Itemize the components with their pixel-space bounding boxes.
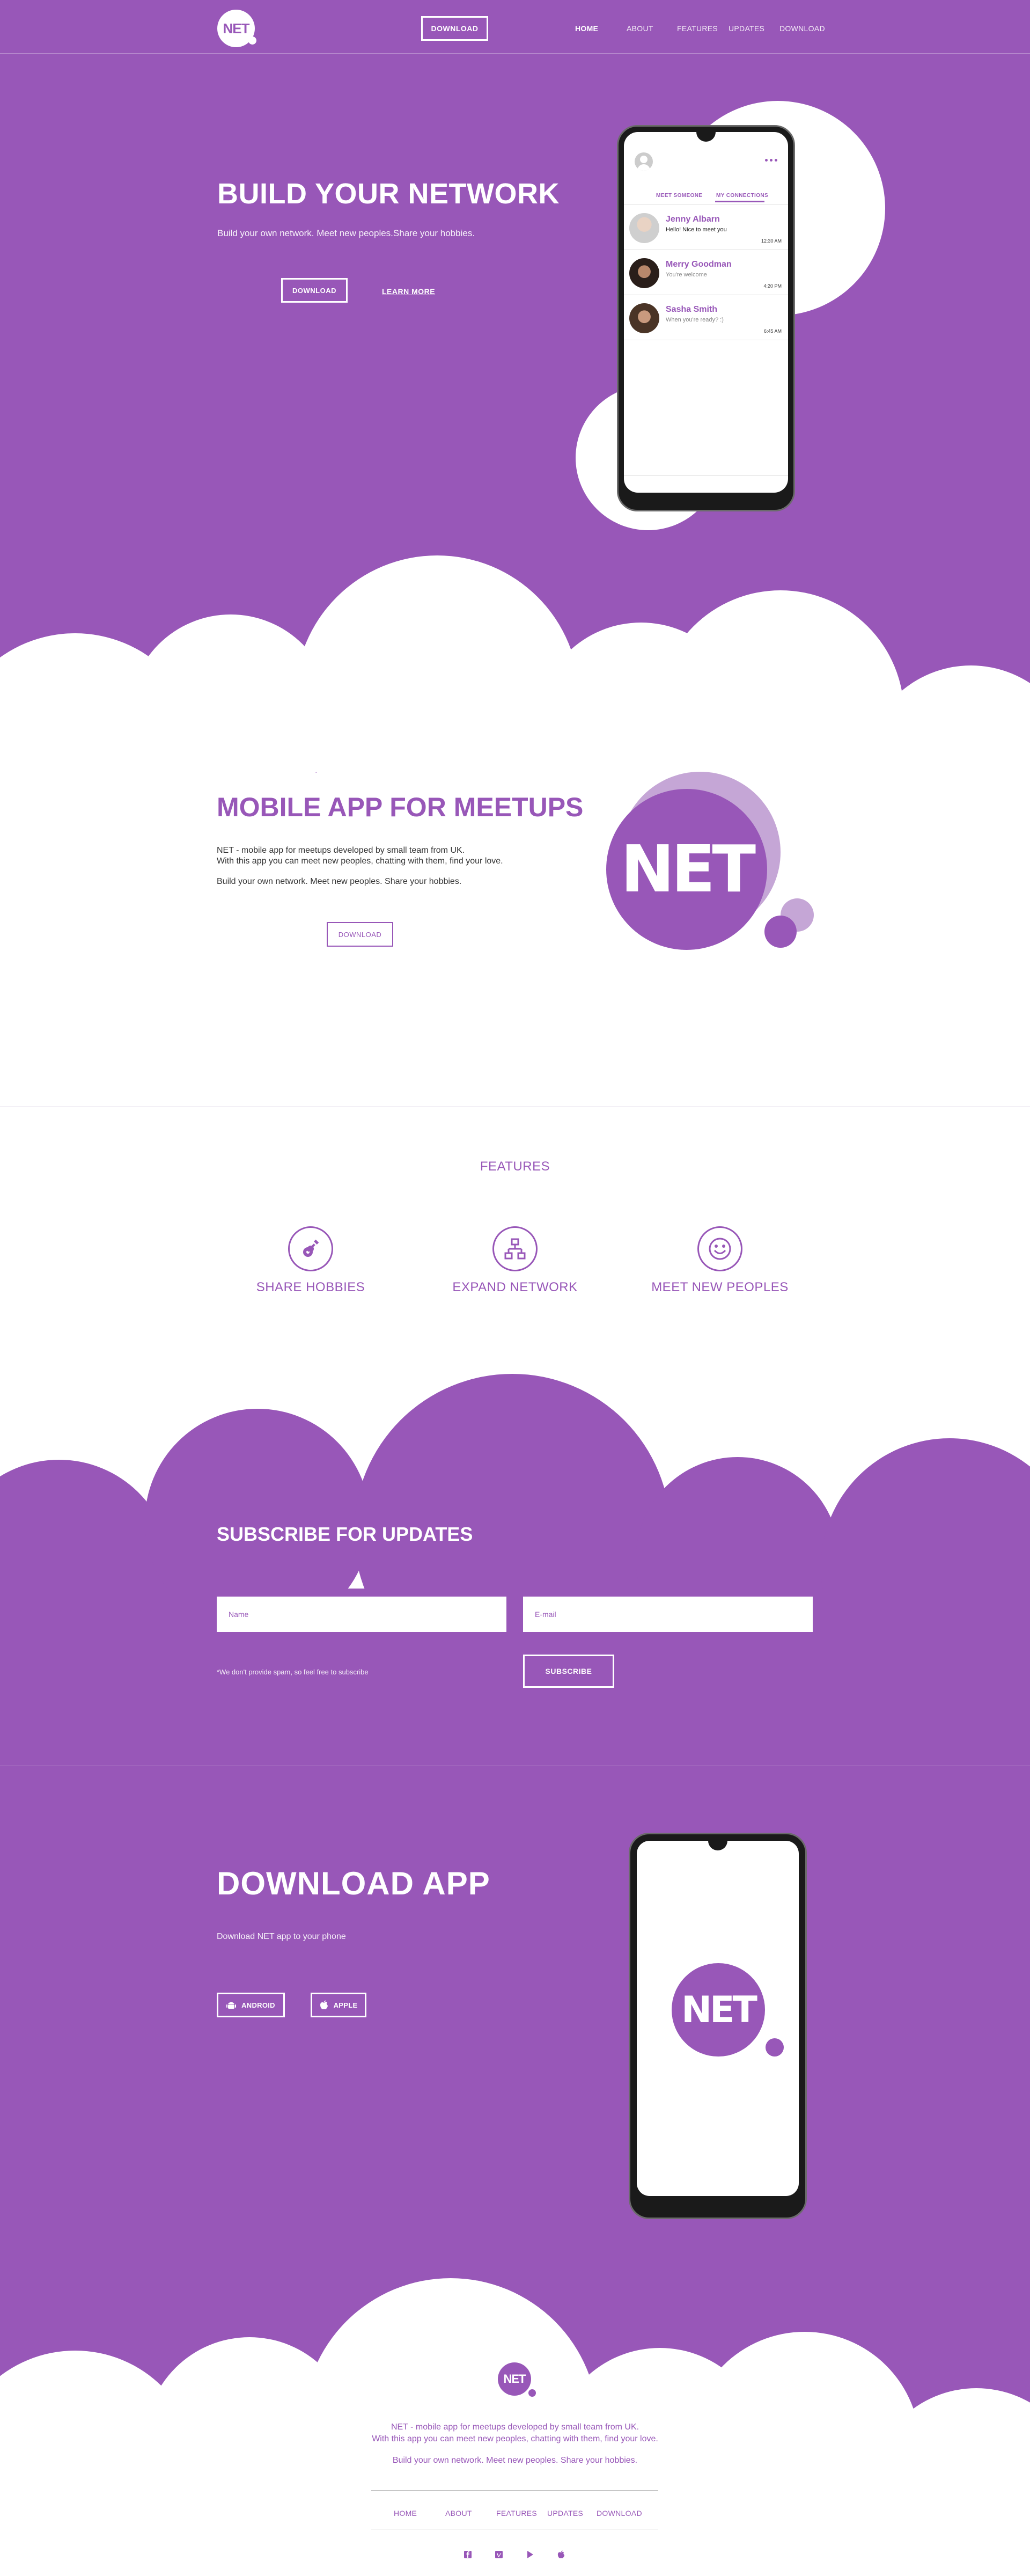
- feature-label: MEET NEW PEOPLES: [651, 1280, 789, 1294]
- nav-download[interactable]: DOWNLOAD: [779, 24, 825, 33]
- smile-icon: [697, 1226, 742, 1271]
- hero-title: BUILD YOUR NETWORK: [217, 178, 560, 210]
- play-icon[interactable]: [525, 2549, 535, 2560]
- more-options-icon[interactable]: [765, 159, 777, 162]
- learn-more-link[interactable]: LEARN MORE: [382, 287, 435, 296]
- active-tab-underline: [715, 201, 764, 202]
- footer-line-3: Build your own network. Meet new peoples…: [392, 2456, 638, 2465]
- feature-label: SHARE HOBBIES: [256, 1280, 365, 1294]
- chat-name: Sasha Smith: [666, 305, 718, 314]
- chat-item[interactable]: Sasha Smith When you're ready? :) 6:45 A…: [624, 295, 788, 340]
- footer-nav-updates[interactable]: UPDATES: [547, 2509, 583, 2518]
- facebook-icon[interactable]: [462, 2549, 473, 2560]
- chat-time: 12:30 AM: [761, 238, 782, 244]
- phone-notch: [708, 1841, 727, 1850]
- about-download-button[interactable]: DOWNLOAD: [327, 922, 393, 947]
- android-button[interactable]: ANDROID: [217, 1993, 285, 2017]
- footer-nav-home[interactable]: HOME: [394, 2509, 417, 2518]
- about-logo-text: NET: [620, 832, 756, 907]
- chat-time: 6:45 AM: [763, 328, 782, 334]
- nav-updates[interactable]: UPDATES: [729, 24, 764, 33]
- chat-name: Jenny Albarn: [666, 215, 720, 224]
- chat-name: Merry Goodman: [666, 260, 732, 269]
- name-input[interactable]: [217, 1597, 506, 1632]
- hero-subtitle: Build your own network. Meet new peoples…: [217, 228, 475, 238]
- tab-my-connections[interactable]: MY CONNECTIONS: [716, 193, 768, 199]
- apple-label: APPLE: [333, 2001, 358, 2009]
- avatar: [629, 303, 659, 333]
- tab-meet-someone[interactable]: MEET SOMEONE: [656, 193, 702, 199]
- about-line-2: With this app you can meet new peoples, …: [217, 857, 503, 866]
- footer-line-2: With this app you can meet new peoples, …: [372, 2434, 658, 2443]
- footer-logo-dot: [528, 2389, 536, 2397]
- spam-note: *We don't provide spam, so feel free to …: [217, 1668, 369, 1676]
- header-download-button[interactable]: DOWNLOAD: [421, 16, 488, 41]
- phone-notch: [696, 132, 716, 142]
- avatar: [629, 213, 659, 243]
- profile-avatar-icon[interactable]: [635, 152, 653, 171]
- site-header: NET DOWNLOAD HOME ABOUT FEATURES UPDATES…: [0, 0, 1030, 54]
- about-dot: [764, 916, 797, 948]
- vimeo-icon[interactable]: [494, 2549, 504, 2560]
- android-label: ANDROID: [241, 2001, 275, 2009]
- chat-message: You're welcome: [666, 272, 707, 278]
- phone-screen: MEET SOMEONE MY CONNECTIONS Jenny Albarn…: [624, 132, 788, 493]
- nav-home[interactable]: HOME: [575, 24, 598, 33]
- footer-nav-about[interactable]: ABOUT: [445, 2509, 472, 2518]
- footer-nav-download[interactable]: DOWNLOAD: [597, 2509, 642, 2518]
- phone-logo-text: NET: [681, 1988, 757, 2031]
- email-input[interactable]: [523, 1597, 813, 1632]
- about-text: NET - mobile app for meetups developed b…: [217, 845, 503, 887]
- chat-time: 4:20 PM: [763, 283, 782, 289]
- feature-share-hobbies: SHARE HOBBIES: [219, 1226, 402, 1295]
- feature-meet-new-peoples: MEET NEW PEOPLES: [629, 1226, 811, 1295]
- footer-text: NET - mobile app for meetups developed b…: [0, 2421, 1030, 2467]
- network-icon: [492, 1226, 538, 1271]
- chat-item[interactable]: Merry Goodman You're welcome 4:20 PM: [624, 250, 788, 295]
- footer-divider-top: [371, 2490, 658, 2491]
- apple-icon[interactable]: [556, 2549, 566, 2560]
- download-subtitle: Download NET app to your phone: [217, 1932, 346, 1941]
- nav-about[interactable]: ABOUT: [627, 24, 653, 33]
- apple-button[interactable]: APPLE: [311, 1993, 366, 2017]
- apple-icon: [320, 2000, 328, 2009]
- chat-message: Hello! Nice to meet you: [666, 226, 727, 233]
- logo-dot: [248, 36, 256, 45]
- features-title: FEATURES: [480, 1159, 550, 1174]
- chat-message: When you're ready? :): [666, 317, 724, 323]
- hero-download-button[interactable]: DOWNLOAD: [281, 278, 348, 303]
- hero-phone: MEET SOMEONE MY CONNECTIONS Jenny Albarn…: [617, 125, 795, 511]
- avatar: [629, 258, 659, 288]
- download-phone: NET: [629, 1833, 807, 2219]
- download-title: DOWNLOAD APP: [217, 1865, 490, 1901]
- phone-bottom-divider: [624, 475, 788, 476]
- phone-logo-circle: NET: [672, 1963, 765, 2057]
- feature-label: EXPAND NETWORK: [452, 1280, 578, 1294]
- footer-nav-features[interactable]: FEATURES: [496, 2509, 537, 2518]
- feature-expand-network: EXPAND NETWORK: [424, 1226, 606, 1295]
- about-logo-circle: NET: [606, 789, 767, 950]
- footer-logo[interactable]: NET: [498, 2362, 531, 2396]
- chat-item[interactable]: Jenny Albarn Hello! Nice to meet you 12:…: [624, 205, 788, 250]
- subscribe-button[interactable]: SUBSCRIBE: [523, 1655, 614, 1688]
- guitar-icon: [288, 1226, 333, 1271]
- download-phone-screen: NET: [637, 1841, 799, 2196]
- nav-features[interactable]: FEATURES: [677, 24, 718, 33]
- footer-line-1: NET - mobile app for meetups developed b…: [391, 2423, 639, 2432]
- about-title: MOBILE APP FOR MEETUPS: [217, 792, 584, 822]
- phone-logo-dot: [766, 2038, 784, 2057]
- about-line-3: Build your own network. Meet new peoples…: [217, 877, 462, 886]
- subscribe-title: SUBSCRIBE FOR UPDATES: [217, 1523, 473, 1545]
- android-icon: [226, 2002, 237, 2009]
- about-line-1: NET - mobile app for meetups developed b…: [217, 846, 465, 855]
